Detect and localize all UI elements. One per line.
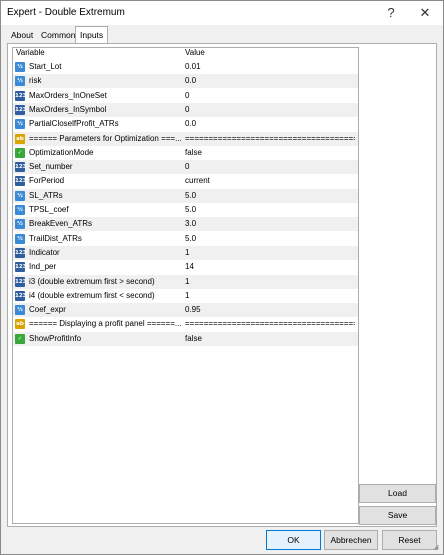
parameter-name: TPSL_coef — [29, 205, 69, 214]
parameter-value[interactable]: 0 — [185, 103, 355, 117]
title-bar[interactable]: Expert - Double Extremum ? ✕ — [1, 1, 443, 25]
parameter-row[interactable]: ½ Start_Lot 0.01 — [13, 60, 358, 74]
parameter-value[interactable]: 1 — [185, 275, 355, 289]
parameter-row[interactable]: 123 Set_number 0 — [13, 160, 358, 175]
resize-grip-icon[interactable]: ◢ — [433, 544, 441, 552]
parameter-name: Set_number — [29, 162, 73, 172]
expert-dialog: Expert - Double Extremum ? ✕ About Commo… — [0, 0, 444, 555]
parameter-row[interactable]: 123 MaxOrders_InOneSet 0 — [13, 89, 358, 103]
parameter-value[interactable]: 14 — [185, 260, 355, 274]
double-type-icon: ½ — [15, 190, 25, 201]
inputs-grid: Variable Value ½ Start_Lot 0.01 ½ risk 0.0 123… — [12, 47, 359, 524]
column-header-value[interactable]: Value — [185, 48, 205, 58]
parameter-name: MaxOrders_InSymbol — [29, 104, 107, 114]
parameter-value[interactable]: ========================================… — [185, 317, 355, 331]
double-type-icon: ½ — [15, 205, 25, 215]
parameter-value[interactable]: 1 — [185, 246, 355, 260]
grid-header: Variable Value — [13, 48, 358, 58]
parameter-row[interactable]: ½ TrailDist_ATRs 5.0 — [13, 232, 358, 246]
double-type-icon: ½ — [15, 219, 25, 230]
cancel-button[interactable]: Abbrechen — [324, 530, 378, 550]
integer-type-icon: 123 — [15, 290, 27, 301]
parameter-value[interactable]: 5.0 — [185, 189, 355, 203]
parameter-name: ForPeriod — [29, 176, 65, 186]
parameter-name: MaxOrders_InOneSet — [29, 90, 107, 100]
integer-type-icon: 123 — [15, 90, 27, 101]
parameter-value[interactable]: 1 — [185, 289, 355, 303]
parameter-row[interactable]: 123 Indicator 1 — [13, 245, 358, 260]
reset-button[interactable]: Reset — [382, 530, 437, 550]
parameter-value[interactable]: 0 — [185, 160, 355, 174]
bool-type-icon: ✓ — [15, 333, 25, 344]
parameter-name: risk — [29, 76, 42, 86]
double-type-icon: ½ — [15, 119, 25, 130]
parameter-value[interactable]: 0.95 — [185, 303, 355, 317]
parameter-value[interactable]: false — [185, 146, 355, 160]
parameter-row[interactable]: ½ TPSL_coef 5.0 — [13, 203, 358, 217]
parameter-row[interactable]: ab ====== Displaying a profit panel =====… — [13, 317, 358, 331]
parameter-value[interactable]: 5.0 — [185, 232, 355, 246]
tab-common[interactable]: Common — [37, 28, 79, 42]
parameter-value[interactable]: 0.0 — [185, 74, 355, 88]
integer-type-icon: 123 — [15, 262, 27, 273]
help-icon[interactable]: ? — [379, 4, 403, 22]
integer-type-icon: 123 — [15, 104, 27, 115]
parameter-name: i4 (double extremum first < second) — [29, 290, 155, 300]
double-type-icon: ½ — [15, 62, 25, 72]
parameter-name: i3 (double extremum first > second) — [29, 276, 155, 286]
parameter-name: OptimizationMode — [29, 147, 94, 157]
parameter-row[interactable]: ½ BreakEven_ATRs 3.0 — [13, 217, 358, 232]
parameter-row[interactable]: 123 i4 (double extremum first < second) 1 — [13, 289, 358, 303]
close-icon[interactable]: ✕ — [413, 4, 437, 22]
parameter-value[interactable]: 5.0 — [185, 203, 355, 217]
string-type-icon: ab — [15, 319, 25, 330]
parameter-name: ====== Parameters for Optimization ===..… — [29, 133, 182, 143]
parameter-value[interactable]: ========================================… — [185, 132, 355, 146]
parameter-value[interactable]: 0 — [185, 89, 355, 103]
parameter-row[interactable]: 123 ForPeriod current — [13, 174, 358, 188]
inputs-panel: Variable Value ½ Start_Lot 0.01 ½ risk 0.0 123… — [7, 43, 437, 527]
parameter-row[interactable]: ½ Coef_expr 0.95 — [13, 303, 358, 318]
double-type-icon: ½ — [15, 76, 25, 87]
string-type-icon: ab — [15, 133, 25, 144]
tab-about[interactable]: About — [7, 28, 37, 42]
bool-type-icon: ✓ — [15, 147, 25, 158]
parameter-row[interactable]: ✓ ShowProfitInfo false — [13, 331, 358, 346]
parameter-name: Coef_expr — [29, 305, 66, 315]
load-button[interactable]: Load — [359, 484, 436, 503]
double-type-icon: ½ — [15, 233, 25, 244]
parameter-name: Start_Lot — [29, 62, 62, 71]
parameter-row[interactable]: 123 Ind_per 14 — [13, 260, 358, 274]
parameter-row[interactable]: 123 i3 (double extremum first > second) 1 — [13, 274, 358, 289]
parameter-name: SL_ATRs — [29, 190, 63, 200]
parameter-value[interactable]: false — [185, 332, 355, 346]
ok-button[interactable]: OK — [266, 530, 321, 550]
parameter-name: TrailDist_ATRs — [29, 233, 82, 243]
integer-type-icon: 123 — [15, 276, 27, 287]
parameter-value[interactable]: 3.0 — [185, 217, 355, 231]
integer-type-icon: 123 — [15, 162, 27, 173]
parameter-name: BreakEven_ATRs — [29, 219, 92, 229]
tab-inputs[interactable]: Inputs — [75, 26, 109, 44]
save-button[interactable]: Save — [359, 506, 436, 525]
parameter-row[interactable]: ½ SL_ATRs 5.0 — [13, 188, 358, 203]
parameter-name: ShowProfitInfo — [29, 333, 82, 343]
integer-type-icon: 123 — [15, 176, 27, 187]
parameter-name: Ind_per — [29, 262, 57, 272]
parameter-name: Indicator — [29, 247, 60, 257]
parameter-name: PartialCloselfProfit_ATRs — [29, 119, 119, 129]
double-type-icon: ½ — [15, 305, 25, 316]
parameter-row[interactable]: ab ====== Parameters for Optimization ===… — [13, 131, 358, 146]
parameter-name: ====== Displaying a profit panel ======.… — [29, 319, 182, 329]
parameter-value[interactable]: 0.0 — [185, 117, 355, 131]
parameter-row[interactable]: ✓ OptimizationMode false — [13, 146, 358, 160]
parameter-value[interactable]: current — [185, 174, 355, 188]
parameter-row[interactable]: 123 MaxOrders_InSymbol 0 — [13, 102, 358, 117]
integer-type-icon: 123 — [15, 247, 27, 258]
parameter-row[interactable]: ½ risk 0.0 — [13, 74, 358, 89]
column-header-variable[interactable]: Variable — [16, 48, 45, 58]
window-title: Expert - Double Extremum — [7, 7, 125, 18]
parameter-value[interactable]: 0.01 — [185, 60, 355, 74]
parameter-row[interactable]: ½ PartialCloselfProfit_ATRs 0.0 — [13, 117, 358, 131]
